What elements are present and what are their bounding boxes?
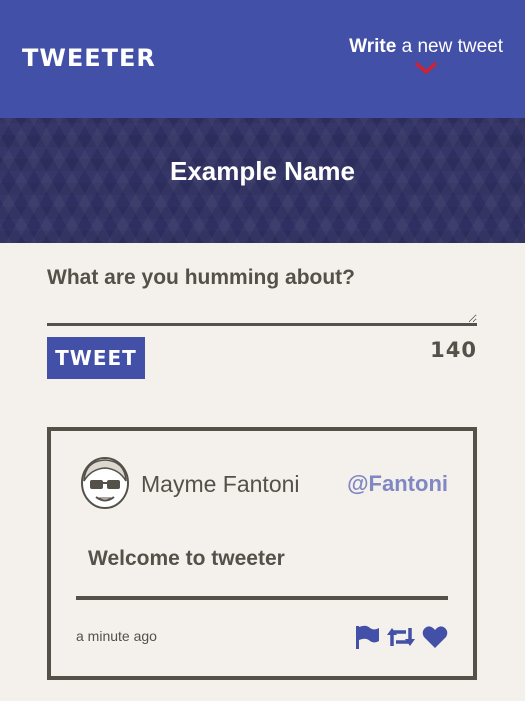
tweet-divider bbox=[76, 596, 448, 600]
chevron-down-icon bbox=[415, 62, 437, 74]
profile-banner: Example Name bbox=[0, 118, 525, 243]
write-tweet-toggle[interactable]: Write a new tweet bbox=[349, 36, 503, 74]
tweet-button[interactable]: TWEET bbox=[47, 337, 145, 379]
compose-label-rest: a new tweet bbox=[396, 36, 503, 57]
tweet-handle[interactable]: @Fantoni bbox=[347, 471, 448, 497]
tweet-author-name: Mayme Fantoni bbox=[141, 471, 300, 497]
compose-prompt: What are you humming about? bbox=[47, 266, 355, 289]
tweet-actions bbox=[354, 624, 448, 654]
heart-icon[interactable] bbox=[422, 625, 448, 653]
tweet-input[interactable] bbox=[47, 294, 477, 326]
compose-label-bold: Write bbox=[349, 36, 397, 57]
flag-icon[interactable] bbox=[354, 624, 380, 654]
profile-name: Example Name bbox=[170, 156, 355, 186]
avatar-icon bbox=[81, 457, 129, 509]
char-counter: 140 bbox=[430, 338, 477, 362]
retweet-icon[interactable] bbox=[386, 624, 416, 654]
brand-logo[interactable]: TWEETER bbox=[22, 44, 156, 72]
tweet-card: Mayme Fantoni @Fantoni Welcome to tweete… bbox=[47, 427, 477, 680]
tweet-content: Welcome to tweeter bbox=[88, 547, 285, 570]
new-tweet-form: What are you humming about? TWEET 140 bbox=[47, 262, 477, 379]
tweet-timestamp: a minute ago bbox=[76, 628, 157, 644]
nav-bar: TWEETER Write a new tweet bbox=[0, 0, 525, 118]
